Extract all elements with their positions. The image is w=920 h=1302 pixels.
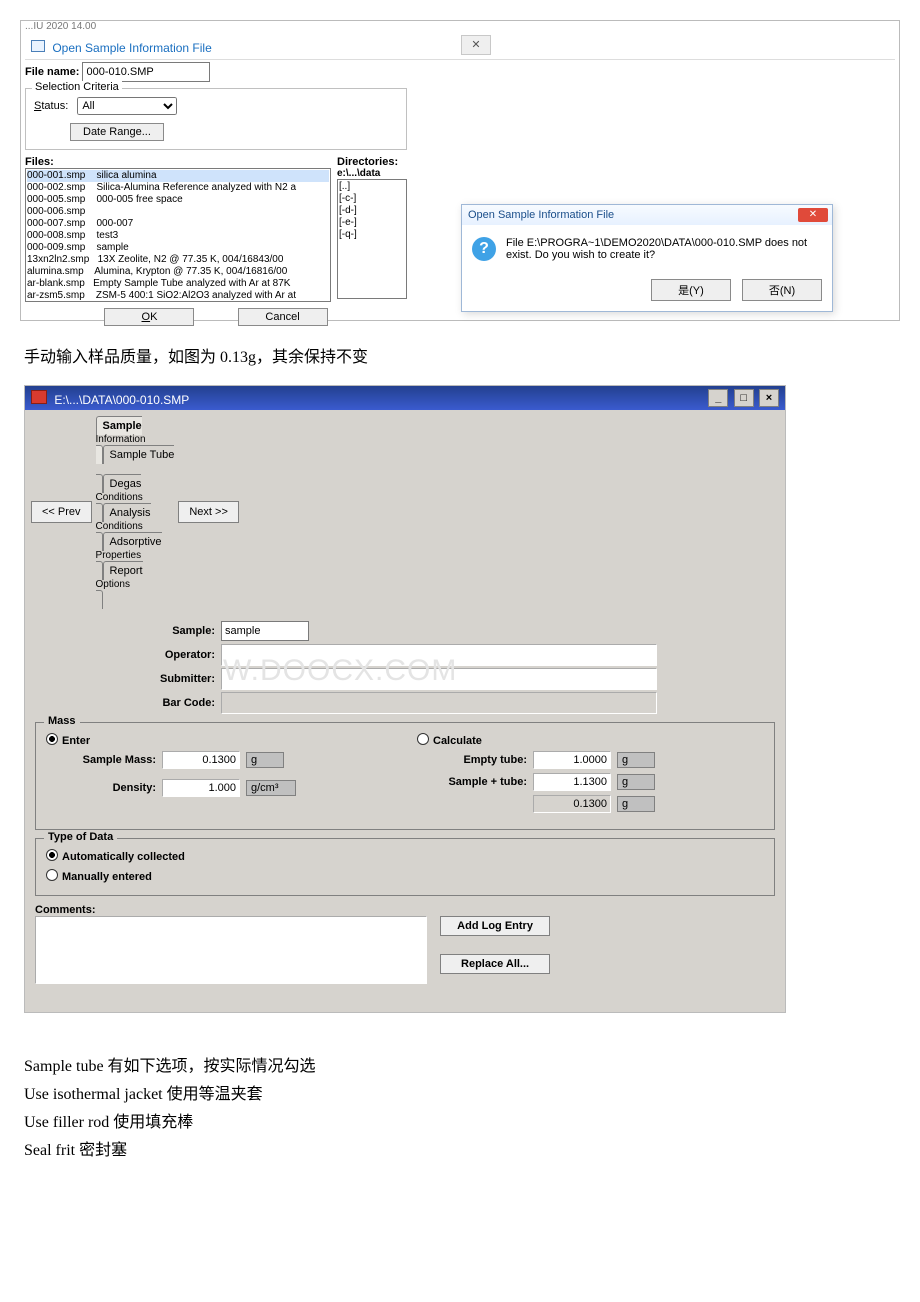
close-icon[interactable]: ×	[759, 389, 779, 407]
empty-tube-unit: g	[617, 752, 655, 768]
dialog-x-icon[interactable]: ✕	[461, 35, 491, 55]
filename-input[interactable]	[82, 62, 210, 82]
file-row[interactable]: ar-blank.smp Empty Sample Tube analyzed …	[27, 278, 329, 290]
calculate-radio-label: Calculate	[433, 735, 482, 747]
filename-label: File name:	[25, 66, 79, 78]
sample-plus-tube-label: Sample + tube:	[417, 776, 527, 788]
status-label: SStatus:tatus:	[34, 100, 68, 112]
add-log-entry-button[interactable]: Add Log Entry	[440, 916, 550, 936]
status-select[interactable]: All	[77, 97, 177, 115]
directories-listbox[interactable]: [..][-c-][-d-][-e-][-q-]	[337, 179, 407, 299]
file-row[interactable]: 000-002.smp Silica-Alumina Reference ana…	[27, 182, 329, 194]
comments-textarea[interactable]	[35, 916, 427, 984]
calc-result-readout	[533, 795, 611, 813]
file-row[interactable]: ar-zsm5.smp ZSM-5 400:1 SiO2:Al2O3 analy…	[27, 290, 329, 302]
footer-line-2: Use isothermal jacket 使用等温夹套	[24, 1081, 896, 1109]
dir-row[interactable]: [-q-]	[339, 229, 405, 241]
next-button[interactable]: Next >>	[178, 501, 239, 523]
sample-mass-input[interactable]	[162, 751, 240, 769]
calculate-radio[interactable]	[417, 735, 433, 747]
density-unit: g/cm³	[246, 780, 296, 796]
operator-input[interactable]	[221, 644, 657, 666]
selection-criteria-group: Selection Criteria SStatus:tatus: All Da…	[25, 88, 407, 150]
tab-report[interactable]: ReportOptions	[96, 561, 175, 609]
date-range-button[interactable]: Date Range...	[70, 123, 164, 141]
comments-label: Comments:	[35, 904, 96, 916]
file-row[interactable]: 000-009.smp sample	[27, 242, 329, 254]
file-row[interactable]: 000-005.smp 000-005 free space	[27, 194, 329, 206]
file-row[interactable]: 000-008.smp test3	[27, 230, 329, 242]
sample-mass-unit: g	[246, 752, 284, 768]
type-of-data-panel: Type of Data Automatically collected Man…	[35, 838, 775, 896]
empty-tube-input[interactable]	[533, 751, 611, 769]
directories-path: e:\...\data	[337, 168, 407, 179]
sample-plus-tube-unit: g	[617, 774, 655, 790]
barcode-label: Bar Code:	[35, 697, 221, 709]
mass-panel: Mass Enter Sample Mass: g Density: g/cm³	[35, 722, 775, 830]
question-icon: ?	[472, 237, 496, 261]
empty-tube-label: Empty tube:	[417, 754, 527, 766]
confirmation-popup: Open Sample Information File ✕ ? File E:…	[461, 204, 833, 312]
manually-entered-label: Manually entered	[62, 871, 152, 883]
open-sample-dialog: Open Sample Information File ✕ File name…	[21, 32, 899, 320]
calc-result-unit: g	[617, 796, 655, 812]
dialog-title-text: Open Sample Information File	[52, 41, 211, 55]
file-row[interactable]: 000-006.smp	[27, 206, 329, 218]
file-row[interactable]: 13xn2ln2.smp 13X Zeolite, N2 @ 77.35 K, …	[27, 254, 329, 266]
caption-text-1: 手动输入样品质量，如图为 0.13g，其余保持不变	[24, 343, 896, 367]
popup-yes-button[interactable]: 是(Y)	[651, 279, 731, 301]
sample-mass-label: Sample Mass:	[46, 754, 156, 766]
dir-row[interactable]: [-e-]	[339, 217, 405, 229]
submitter-input[interactable]	[221, 668, 657, 690]
cancel-button[interactable]: Cancel	[238, 308, 328, 326]
density-input[interactable]	[162, 779, 240, 797]
doc-icon	[31, 40, 45, 52]
dir-row[interactable]: [-c-]	[339, 193, 405, 205]
dir-row[interactable]: [-d-]	[339, 205, 405, 217]
maximize-icon[interactable]: □	[734, 389, 754, 407]
popup-no-button[interactable]: 否(N)	[742, 279, 822, 301]
dir-row[interactable]: [..]	[339, 181, 405, 193]
replace-all-button[interactable]: Replace All...	[440, 954, 550, 974]
files-listbox[interactable]: 000-001.smp silica alumina000-002.smp Si…	[25, 168, 331, 302]
auto-collected-label: Automatically collected	[62, 851, 185, 863]
popup-message: File E:\PROGRA~1\DEMO2020\DATA\000-010.S…	[506, 237, 807, 261]
ok-button[interactable]: OK	[104, 308, 194, 326]
file-row[interactable]: 000-007.smp 000-007	[27, 218, 329, 230]
mass-legend: Mass	[44, 715, 80, 727]
manually-entered-radio[interactable]	[46, 871, 62, 883]
auto-collected-radio[interactable]	[46, 851, 62, 863]
footer-line-1: Sample tube 有如下选项，按实际情况勾选	[24, 1053, 896, 1081]
popup-title-text: Open Sample Information File	[468, 209, 614, 221]
window-app-icon	[31, 390, 47, 404]
barcode-input[interactable]	[221, 692, 657, 714]
operator-label: Operator:	[35, 649, 221, 661]
submitter-label: Submitter:	[35, 673, 221, 685]
type-of-data-legend: Type of Data	[44, 831, 117, 843]
footer-line-4: Seal frit 密封塞	[24, 1137, 896, 1165]
dialog-title: Open Sample Information File	[25, 36, 895, 60]
density-label: Density:	[46, 782, 156, 794]
prev-button[interactable]: << Prev	[31, 501, 92, 523]
enter-radio[interactable]	[46, 735, 62, 747]
enter-radio-label: Enter	[62, 735, 90, 747]
file-row[interactable]: alumina.smp Alumina, Krypton @ 77.35 K, …	[27, 266, 329, 278]
sample-label: Sample:	[35, 625, 221, 637]
window-title: E:\...\DATA\000-010.SMP	[54, 393, 189, 407]
sample-input[interactable]	[221, 621, 309, 641]
minimize-icon[interactable]: _	[708, 389, 728, 407]
popup-close-icon[interactable]: ✕	[798, 208, 828, 222]
file-row[interactable]: 000-001.smp silica alumina	[27, 170, 329, 182]
files-label: Files:	[25, 156, 331, 168]
parent-title-fragment: ...IU 2020 14.00	[21, 21, 899, 32]
sample-plus-tube-input[interactable]	[533, 773, 611, 791]
directories-label: Directories:	[337, 156, 407, 168]
sample-info-window: E:\...\DATA\000-010.SMP _ □ × << Prev Sa…	[24, 385, 786, 1013]
footer-line-3: Use filler rod 使用填充棒	[24, 1109, 896, 1137]
selection-criteria-legend: Selection Criteria	[32, 81, 122, 93]
